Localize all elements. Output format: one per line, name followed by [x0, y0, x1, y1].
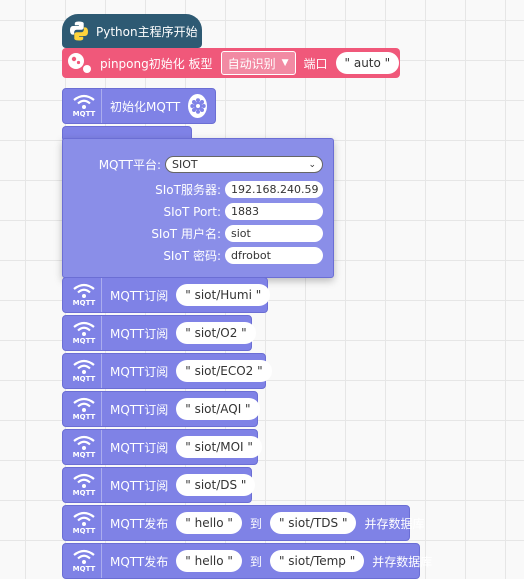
to-label: 到 — [249, 554, 262, 569]
password-label: SIoT 密码: — [163, 249, 221, 263]
mqtt-icon-text: MQTT — [72, 110, 96, 118]
gear-icon[interactable] — [188, 94, 207, 118]
hat-label: Python主程序开始 — [96, 24, 198, 39]
mqtt-icon: MQTT — [67, 506, 102, 540]
mqtt-subscribe-block[interactable]: MQTT MQTT订阅 " siot/Humi " — [62, 277, 271, 313]
mqtt-settings-panel: MQTT平台: SIOT ⌄ SIoT服务器: 192.168.240.59 S… — [62, 138, 334, 278]
subscribe-label: MQTT订阅 — [110, 288, 169, 303]
server-row: SIoT服务器: 192.168.240.59 — [155, 181, 323, 198]
mqtt-icon: MQTT — [67, 278, 102, 312]
platform-value: SIOT — [172, 158, 198, 171]
mqtt-icon: MQTT — [67, 392, 102, 426]
topic-input[interactable]: " siot/DS " — [176, 474, 256, 496]
user-label: SIoT 用户名: — [151, 227, 221, 241]
mqtt-subscribe-block[interactable]: MQTT MQTT订阅 " siot/O2 " — [62, 315, 256, 351]
mqtt-icon: MQTT — [67, 316, 102, 350]
mqtt-icon-text: MQTT — [72, 375, 96, 383]
mqtt-icon-text: MQTT — [72, 527, 96, 535]
save-db-label: 并存数据库 — [364, 516, 425, 531]
mqtt-icon: MQTT — [67, 544, 102, 578]
pinpong-icon — [66, 50, 94, 76]
pinpong-init-label: pinpong初始化 板型 — [100, 56, 213, 71]
mqtt-publish-block[interactable]: MQTT MQTT发布 " hello " 到 " siot/TDS " 并存数… — [62, 505, 424, 541]
mqtt-icon-text: MQTT — [72, 337, 96, 345]
mqtt-subscribe-block[interactable]: MQTT MQTT订阅 " siot/AQI " — [62, 391, 260, 427]
board-type-dropdown[interactable]: 自动识别 ▼ — [220, 51, 296, 75]
password-row: SIoT 密码: dfrobot — [163, 247, 323, 264]
subscribe-label: MQTT订阅 — [110, 440, 169, 455]
topic-input[interactable]: " siot/Humi " — [176, 284, 271, 306]
topic-input[interactable]: " siot/Temp " — [269, 550, 365, 572]
password-input[interactable]: dfrobot — [225, 247, 323, 264]
siot-port-label: SIoT Port: — [163, 204, 221, 219]
mqtt-subscribe-block[interactable]: MQTT MQTT订阅 " siot/ECO2 " — [62, 353, 272, 389]
pinpong-init-block[interactable]: pinpong初始化 板型 自动识别 ▼ 端口 " auto " — [62, 48, 400, 78]
mqtt-publish-block[interactable]: MQTT MQTT发布 " hello " 到 " siot/Temp " 并存… — [62, 543, 432, 579]
message-input[interactable]: " hello " — [176, 512, 242, 534]
user-row: SIoT 用户名: siot — [151, 225, 323, 242]
save-db-label: 并存数据库 — [372, 554, 433, 569]
user-input[interactable]: siot — [225, 225, 323, 242]
topic-input[interactable]: " siot/O2 " — [176, 322, 256, 344]
port-row: SIoT Port: 1883 — [164, 203, 323, 220]
message-input[interactable]: " hello " — [176, 550, 242, 572]
to-label: 到 — [249, 516, 262, 531]
siot-port-input[interactable]: 1883 — [225, 203, 323, 220]
port-input[interactable]: " auto " — [335, 52, 400, 74]
mqtt-icon: MQTT — [67, 430, 102, 464]
mqtt-icon: MQTT — [67, 354, 102, 388]
subscribe-label: MQTT订阅 — [110, 478, 169, 493]
topic-input[interactable]: " siot/ECO2 " — [176, 360, 272, 382]
topic-input[interactable]: " siot/TDS " — [269, 512, 357, 534]
mqtt-icon-text: MQTT — [72, 451, 96, 459]
board-type-value: 自动识别 — [227, 56, 276, 71]
server-input[interactable]: 192.168.240.59 — [225, 181, 323, 198]
mqtt-subscribe-block[interactable]: MQTT MQTT订阅 " siot/DS " — [62, 467, 256, 503]
mqtt-icon: MQTT — [67, 468, 102, 502]
mqtt-subscribe-block[interactable]: MQTT MQTT订阅 " siot/MOI " — [62, 429, 262, 465]
server-label: SIoT服务器: — [155, 183, 221, 197]
platform-label: MQTT平台: — [98, 158, 161, 172]
mqtt-init-label: 初始化MQTT — [110, 99, 181, 114]
platform-select[interactable]: SIOT ⌄ — [165, 156, 323, 173]
mqtt-init-block[interactable]: MQTT 初始化MQTT — [62, 88, 216, 124]
python-main-start-block[interactable]: Python主程序开始 — [62, 14, 202, 48]
subscribe-label: MQTT订阅 — [110, 326, 169, 341]
mqtt-icon-text: MQTT — [72, 489, 96, 497]
mqtt-icon-text: MQTT — [72, 299, 96, 307]
publish-label: MQTT发布 — [110, 516, 169, 531]
port-label: 端口 — [303, 56, 328, 71]
subscribe-label: MQTT订阅 — [110, 402, 169, 417]
dropdown-arrow-icon: ▼ — [281, 58, 289, 68]
mqtt-icon: MQTT — [67, 89, 102, 123]
publish-label: MQTT发布 — [110, 554, 169, 569]
platform-row: MQTT平台: SIOT ⌄ — [99, 156, 323, 173]
subscribe-label: MQTT订阅 — [110, 364, 169, 379]
mqtt-icon-text: MQTT — [72, 413, 96, 421]
topic-input[interactable]: " siot/AQI " — [176, 398, 260, 420]
python-icon — [68, 20, 90, 42]
chevron-down-icon: ⌄ — [308, 159, 316, 170]
topic-input[interactable]: " siot/MOI " — [176, 436, 262, 458]
